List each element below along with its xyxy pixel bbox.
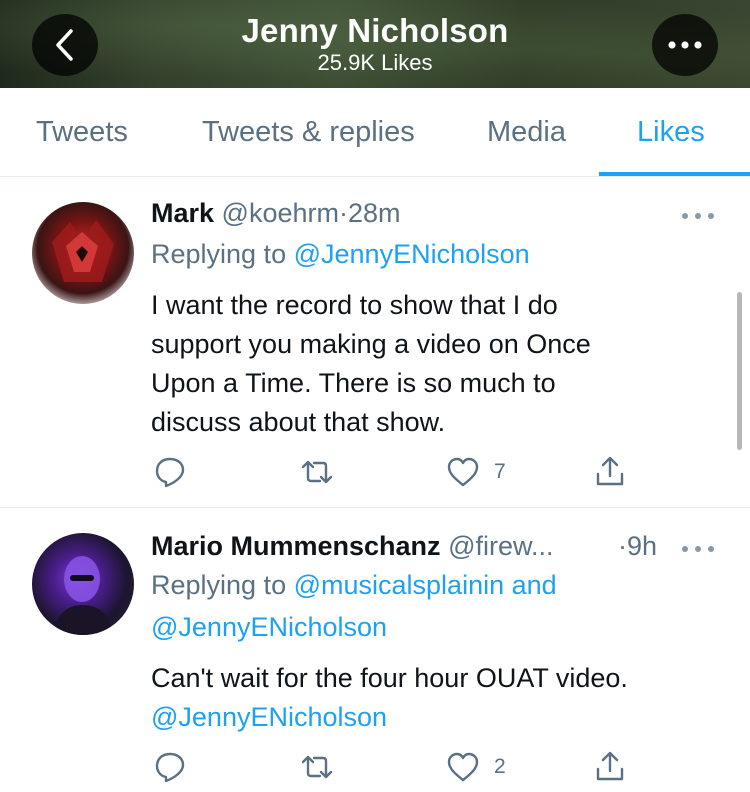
active-tab-indicator [599,172,750,176]
tweet-text-line: discuss about that show. [151,407,446,437]
retweet-button[interactable] [300,753,334,781]
profile-tabs: Tweets Tweets & replies Media Likes [0,88,750,177]
tab-media[interactable]: Media [487,116,566,149]
tweet-text-line: Upon a Time. There is so much to [151,368,556,398]
author-name[interactable]: Mario Mummenschanz [151,531,441,561]
replying-prefix: Replying to [151,239,287,269]
mention-link[interactable]: @JennyENicholson [151,612,387,642]
tweet-meta: Mario Mummenschanz @firew... [151,531,554,562]
tweet-time: 9h [627,531,658,561]
tweet-text-line: I want the record to show that I do [151,290,558,320]
tweet-more-button[interactable] [681,200,715,226]
mention-link[interactable]: @musicalsplainin [294,570,505,600]
meta-separator: · [618,531,627,561]
author-handle[interactable]: @firew... [448,531,553,561]
replying-to-cont: @JennyENicholson [151,612,387,643]
heart-icon [447,457,479,487]
mention-link[interactable]: @JennyENicholson [294,239,530,269]
mention-link[interactable]: @JennyENicholson [151,698,731,737]
tweet-meta: Mark @koehrm·28m [151,198,401,229]
ellipsis-icon [682,213,714,219]
author-name[interactable]: Mark [151,198,214,228]
profile-name: Jenny Nicholson [241,12,509,49]
retweet-icon [301,460,333,484]
tab-tweets-replies[interactable]: Tweets & replies [202,116,415,149]
share-button[interactable] [594,749,626,783]
heart-icon [447,752,479,782]
like-button[interactable]: 2 [446,751,506,783]
more-options-button[interactable] [652,14,718,76]
author-handle[interactable]: @koehrm [222,198,339,228]
tweet-time-wrap: ·9h [618,531,657,562]
tweet[interactable]: Mark @koehrm·28m Replying to @JennyENich… [0,178,750,508]
tweet-time: 28m [348,198,401,228]
profile-header: Jenny Nicholson 25.9K Likes [0,0,750,88]
replying-to: Replying to @musicalsplainin and [151,570,557,601]
scrollbar[interactable] [737,292,742,450]
meta-separator: · [339,198,348,228]
likes-count: 25.9K Likes [317,50,433,75]
replying-and: and [511,570,557,600]
tweet-more-button[interactable] [681,533,715,559]
replying-to: Replying to @JennyENicholson [151,239,530,270]
like-button[interactable]: 7 [446,456,506,488]
ellipsis-icon [682,546,714,552]
reply-button[interactable] [154,456,186,488]
tweet-text: I want the record to show that I do supp… [151,286,711,442]
like-count: 2 [494,755,506,778]
retweet-icon [301,755,333,779]
replying-prefix: Replying to [151,570,287,600]
reply-icon [155,752,185,783]
tab-likes[interactable]: Likes [637,116,705,149]
tweet-text-line: Can't wait for the four hour OUAT video. [151,663,628,693]
tab-tweets[interactable]: Tweets [36,116,128,149]
reply-icon [155,457,185,488]
tweet-text-line: support you making a video on Once [151,329,591,359]
avatar[interactable] [32,202,134,304]
avatar[interactable] [32,533,134,635]
ellipsis-icon [668,41,702,49]
like-count: 7 [494,460,506,483]
share-icon [596,456,624,486]
share-button[interactable] [594,454,626,488]
tweet[interactable]: Mario Mummenschanz @firew... ·9h Replyin… [0,509,750,792]
tweet-text: Can't wait for the four hour OUAT video.… [151,659,731,737]
reply-button[interactable] [154,751,186,783]
share-icon [596,751,624,781]
retweet-button[interactable] [300,458,334,486]
